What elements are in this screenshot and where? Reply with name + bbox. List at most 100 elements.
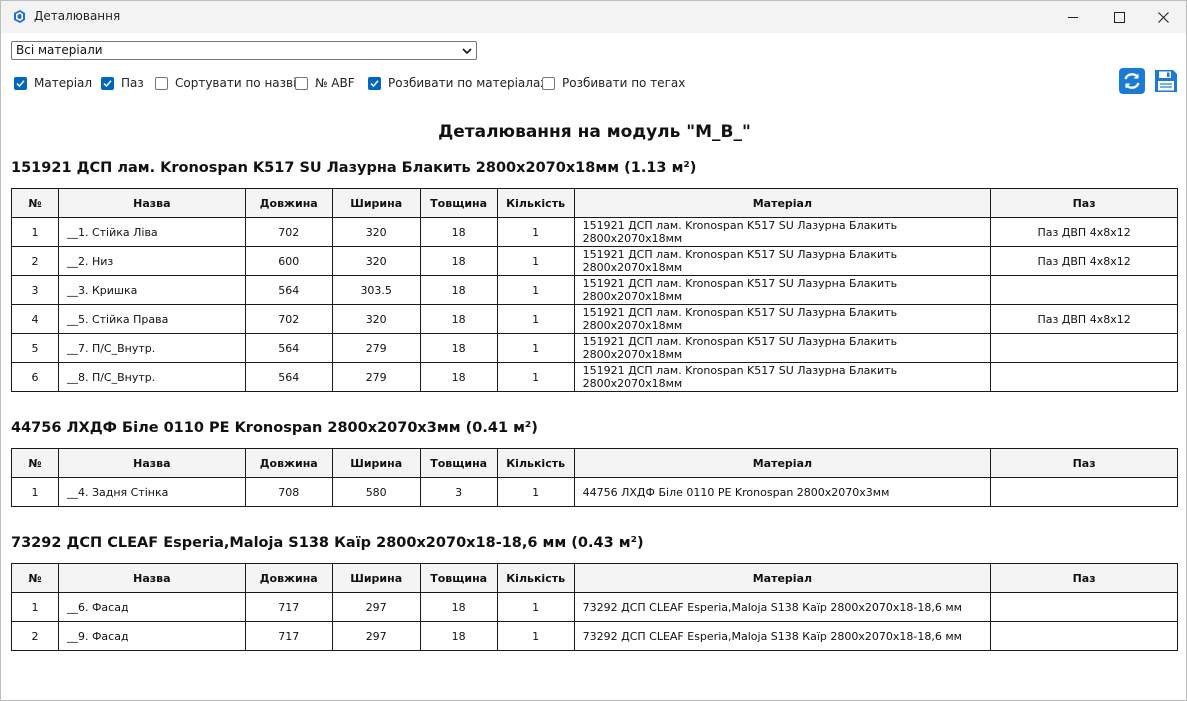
cell-material: 151921 ДСП лам. Kronospan K517 SU Лазурн… xyxy=(573,217,992,247)
checkbox-groove[interactable]: Паз xyxy=(101,75,144,91)
cell-material: 73292 ДСП CLEAF Esperia,Maloja S138 Каїр… xyxy=(573,592,992,622)
table-row: 2 __2. Низ 600 320 18 1 151921 ДСП лам. … xyxy=(11,246,1178,276)
cell-quantity: 1 xyxy=(496,275,575,305)
table-header-row: № Назва Довжина Ширина Товщина Кількість… xyxy=(11,563,1178,593)
cell-length: 564 xyxy=(244,333,333,363)
close-icon xyxy=(1157,11,1169,23)
checkbox-split-by-tags[interactable]: Розбивати по тегах xyxy=(542,75,685,91)
section-title: 151921 ДСП лам. Kronospan K517 SU Лазурн… xyxy=(11,160,697,176)
cell-groove xyxy=(990,477,1178,507)
title-bar[interactable]: Деталювання xyxy=(1,1,1186,33)
minimize-button[interactable] xyxy=(1050,1,1096,33)
column-header-groove: Паз xyxy=(990,188,1178,218)
checkbox-checked-icon[interactable] xyxy=(101,76,114,90)
maximize-button[interactable] xyxy=(1096,1,1142,33)
cell-name: __2. Низ xyxy=(57,246,246,276)
cell-width: 297 xyxy=(331,592,421,622)
cell-quantity: 1 xyxy=(496,304,575,334)
cell-name: __3. Кришка xyxy=(57,275,246,305)
cell-groove xyxy=(990,362,1178,392)
refresh-button[interactable] xyxy=(1119,68,1145,94)
material-filter-select[interactable]: Всі матеріали xyxy=(11,41,477,60)
column-header-quantity: Кількість xyxy=(496,448,575,478)
column-header-number: № xyxy=(11,188,59,218)
cell-width: 279 xyxy=(331,362,421,392)
cell-quantity: 1 xyxy=(496,217,575,247)
cell-quantity: 1 xyxy=(496,246,575,276)
cell-name: __1. Стійка Ліва xyxy=(57,217,246,247)
checkbox-unchecked-icon[interactable] xyxy=(295,76,308,90)
column-header-groove: Паз xyxy=(990,448,1178,478)
checkbox-checked-icon[interactable] xyxy=(14,76,27,90)
cell-width: 320 xyxy=(331,246,421,276)
column-header-length: Довжина xyxy=(244,188,333,218)
report-heading: Деталювання на модуль "M_B_" xyxy=(438,122,751,142)
cell-thickness: 3 xyxy=(419,477,498,507)
checkbox-label: Розбивати по матеріалах xyxy=(388,76,548,90)
floppy-disk-icon xyxy=(1155,70,1177,92)
cell-number: 2 xyxy=(11,246,59,276)
checkbox-split-by-materials[interactable]: Розбивати по матеріалах xyxy=(368,75,547,91)
table-row: 6 __8. П/С_Внутр. 564 279 18 1 151921 ДС… xyxy=(11,362,1178,392)
column-header-width: Ширина xyxy=(331,448,421,478)
column-header-name: Назва xyxy=(57,188,246,218)
checkbox-label: № ABF xyxy=(315,76,355,90)
column-header-thickness: Товщина xyxy=(419,563,498,593)
cell-material: 44756 ЛХДФ Біле 0110 PE Kronospan 2800x2… xyxy=(573,477,992,507)
cell-thickness: 18 xyxy=(419,592,498,622)
cell-groove: Паз ДВП 4x8x12 xyxy=(990,246,1178,276)
cell-groove xyxy=(990,333,1178,363)
cell-material: 151921 ДСП лам. Kronospan K517 SU Лазурн… xyxy=(573,246,992,276)
cell-length: 717 xyxy=(244,621,333,651)
checkbox-abf-number[interactable]: № ABF xyxy=(295,75,355,91)
cell-groove: Паз ДВП 4x8x12 xyxy=(990,217,1178,247)
checkbox-sort-by-name[interactable]: Сортувати по назві xyxy=(155,75,296,91)
column-header-number: № xyxy=(11,448,59,478)
cell-number: 6 xyxy=(11,362,59,392)
parts-table: № Назва Довжина Ширина Товщина Кількість… xyxy=(11,188,1178,392)
parts-table: № Назва Довжина Ширина Товщина Кількість… xyxy=(11,448,1178,507)
cell-width: 320 xyxy=(331,217,421,247)
table-row: 1 __1. Стійка Ліва 702 320 18 1 151921 Д… xyxy=(11,217,1178,247)
checkbox-unchecked-icon[interactable] xyxy=(155,76,168,90)
table-row: 1 __6. Фасад 717 297 18 1 73292 ДСП CLEA… xyxy=(11,592,1178,622)
column-header-length: Довжина xyxy=(244,448,333,478)
cell-quantity: 1 xyxy=(496,477,575,507)
parts-table: № Назва Довжина Ширина Товщина Кількість… xyxy=(11,563,1178,651)
cell-length: 564 xyxy=(244,362,333,392)
cell-length: 564 xyxy=(244,275,333,305)
cell-width: 279 xyxy=(331,333,421,363)
table-header-row: № Назва Довжина Ширина Товщина Кількість… xyxy=(11,188,1178,218)
cell-groove: Паз ДВП 4x8x12 xyxy=(990,304,1178,334)
refresh-icon xyxy=(1119,68,1145,94)
cell-number: 3 xyxy=(11,275,59,305)
cell-material: 151921 ДСП лам. Kronospan K517 SU Лазурн… xyxy=(573,333,992,363)
table-row: 5 __7. П/С_Внутр. 564 279 18 1 151921 ДС… xyxy=(11,333,1178,363)
checkbox-material[interactable]: Матеріал xyxy=(14,75,92,91)
cell-thickness: 18 xyxy=(419,621,498,651)
section-title: 44756 ЛХДФ Біле 0110 PE Kronospan 2800x2… xyxy=(11,420,538,436)
column-header-material: Матеріал xyxy=(573,188,992,218)
cell-name: __4. Задня Стінка xyxy=(57,477,246,507)
column-header-material: Матеріал xyxy=(573,448,992,478)
cell-thickness: 18 xyxy=(419,275,498,305)
column-header-number: № xyxy=(11,563,59,593)
close-button[interactable] xyxy=(1140,1,1186,33)
cell-name: __5. Стійка Права xyxy=(57,304,246,334)
column-header-groove: Паз xyxy=(990,563,1178,593)
column-header-quantity: Кількість xyxy=(496,188,575,218)
app-window: Деталювання Всі матеріали Матеріал Паз С… xyxy=(0,0,1187,701)
checkbox-label: Розбивати по тегах xyxy=(562,76,686,90)
checkbox-unchecked-icon[interactable] xyxy=(542,76,555,90)
cell-quantity: 1 xyxy=(496,333,575,363)
table-row: 4 __5. Стійка Права 702 320 18 1 151921 … xyxy=(11,304,1178,334)
checkbox-checked-icon[interactable] xyxy=(368,76,381,90)
save-button[interactable] xyxy=(1153,68,1179,94)
cell-length: 717 xyxy=(244,592,333,622)
cell-length: 702 xyxy=(244,304,333,334)
cell-number: 1 xyxy=(11,217,59,247)
cell-material: 151921 ДСП лам. Kronospan K517 SU Лазурн… xyxy=(573,304,992,334)
app-logo-icon xyxy=(14,10,25,23)
table-header-row: № Назва Довжина Ширина Товщина Кількість… xyxy=(11,448,1178,478)
cell-number: 1 xyxy=(11,592,59,622)
